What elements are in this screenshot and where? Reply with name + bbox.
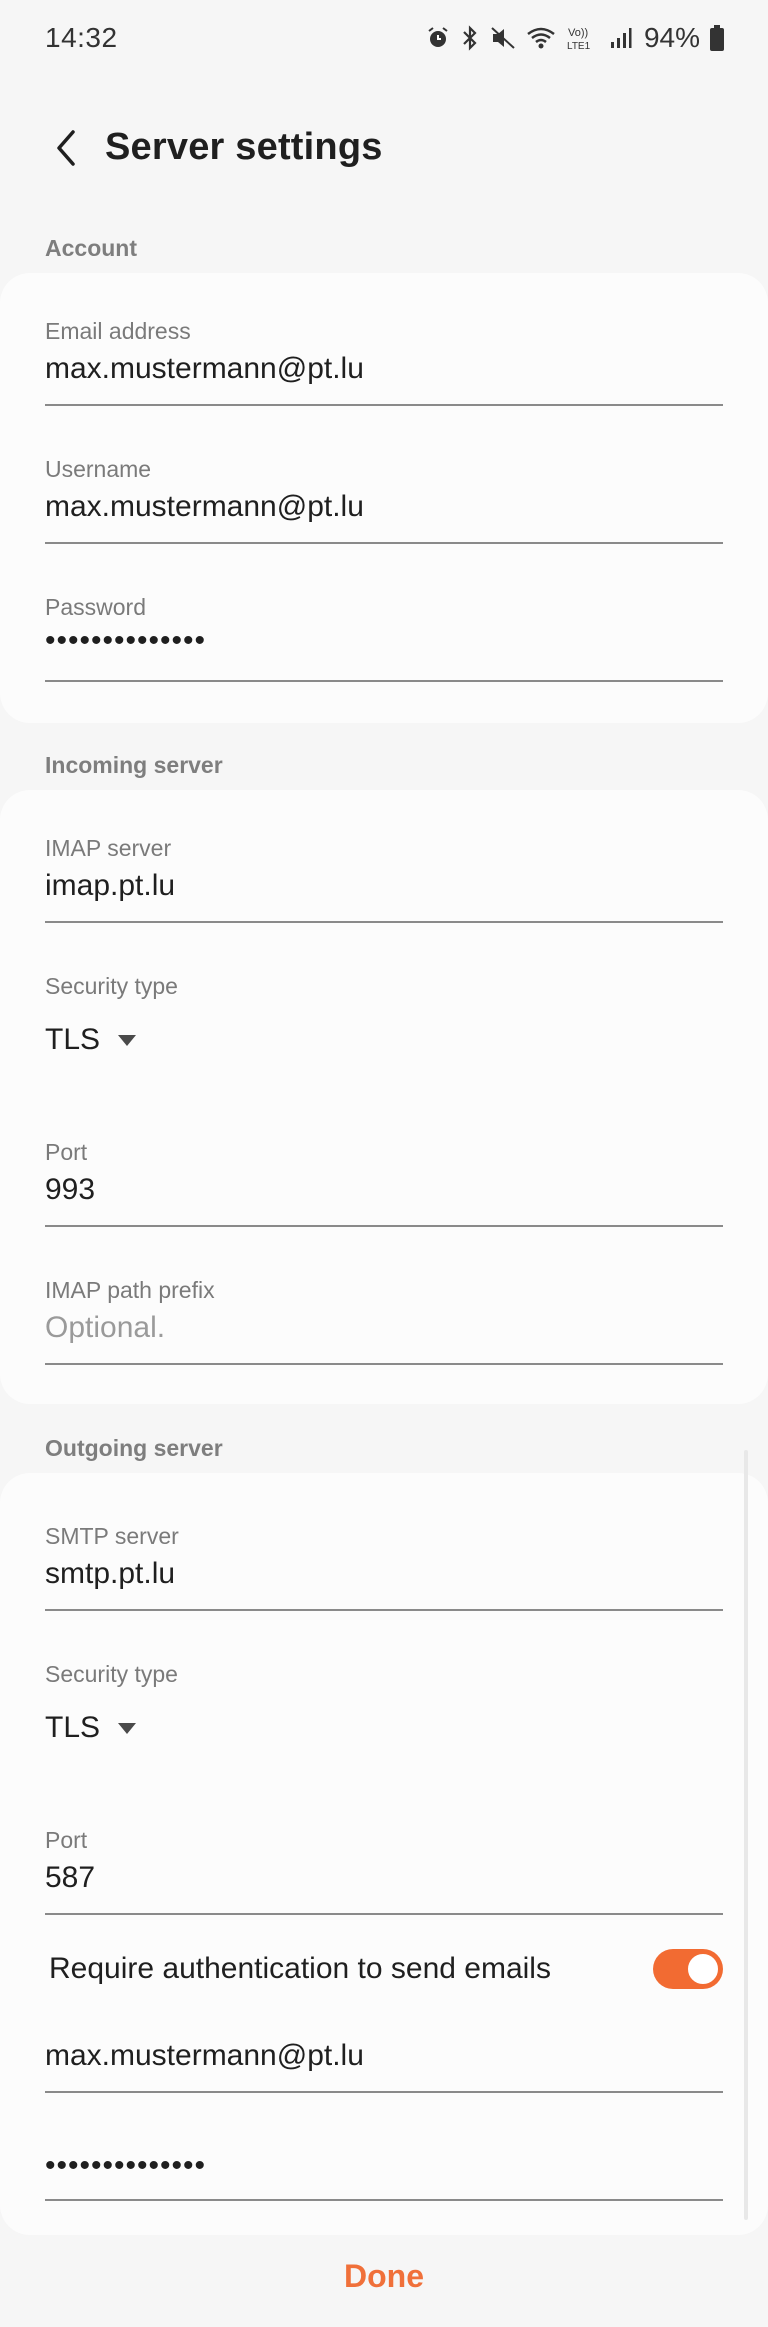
- imap-prefix-underline: [45, 1363, 723, 1365]
- email-underline: [45, 404, 723, 406]
- outgoing-port-value[interactable]: 587: [45, 1861, 95, 1895]
- svg-text:Vo)): Vo)): [568, 27, 588, 39]
- wifi-icon: [526, 26, 556, 50]
- auth-username-underline: [45, 2091, 723, 2093]
- page-title: Server settings: [105, 126, 383, 168]
- auth-toggle-label: Require authentication to send emails: [49, 1952, 551, 1985]
- done-button[interactable]: Done: [0, 2236, 768, 2316]
- auth-username-value[interactable]: max.mustermann@pt.lu: [45, 2039, 364, 2073]
- alarm-icon: [426, 26, 450, 50]
- outgoing-port-underline: [45, 1913, 723, 1915]
- incoming-port-underline: [45, 1225, 723, 1227]
- status-bar: 14:32 Vo)) LTE1 94%: [0, 0, 768, 76]
- password-underline: [45, 680, 723, 682]
- auth-password-value[interactable]: ••••••••••••••: [45, 2149, 206, 2183]
- outgoing-port-field[interactable]: Port 587: [45, 1827, 723, 1917]
- dropdown-caret-icon: [118, 1034, 137, 1046]
- username-label: Username: [45, 456, 152, 482]
- incoming-port-label: Port: [45, 1139, 88, 1165]
- imap-server-label: IMAP server: [45, 835, 172, 861]
- username-field[interactable]: Username max.mustermann@pt.lu: [45, 456, 723, 546]
- auth-toggle-row[interactable]: Require authentication to send emails: [45, 1939, 723, 1999]
- outgoing-security-field: Security type TLS: [45, 1661, 723, 1761]
- header: Server settings: [0, 110, 768, 190]
- incoming-port-value[interactable]: 993: [45, 1173, 95, 1207]
- incoming-security-value: TLS: [45, 1023, 101, 1056]
- incoming-card: IMAP server imap.pt.lu Security type TLS…: [0, 790, 768, 1404]
- chevron-left-icon: [53, 128, 79, 173]
- imap-prefix-label: IMAP path prefix: [45, 1277, 215, 1303]
- smtp-server-label: SMTP server: [45, 1523, 179, 1549]
- scrollbar[interactable]: [744, 1450, 748, 2220]
- battery-percent: 94%: [643, 22, 700, 53]
- status-time: 14:32: [45, 22, 118, 53]
- email-value[interactable]: max.mustermann@pt.lu: [45, 352, 364, 386]
- outgoing-security-value: TLS: [45, 1711, 101, 1744]
- signal-icon: [610, 27, 632, 49]
- smtp-server-value[interactable]: smtp.pt.lu: [45, 1557, 175, 1591]
- outgoing-card: SMTP server smtp.pt.lu Security type TLS…: [0, 1473, 768, 2235]
- imap-prefix-placeholder[interactable]: Optional.: [45, 1311, 165, 1345]
- dropdown-caret-icon: [118, 1722, 137, 1734]
- volte-icon: Vo)) LTE1: [566, 25, 600, 51]
- smtp-server-field[interactable]: SMTP server smtp.pt.lu: [45, 1523, 723, 1613]
- section-label-incoming: Incoming server: [45, 752, 223, 778]
- auth-toggle-switch[interactable]: [653, 1949, 723, 1989]
- outgoing-security-label: Security type: [45, 1661, 178, 1687]
- incoming-security-label: Security type: [45, 973, 178, 999]
- toggle-knob: [686, 1952, 720, 1986]
- imap-server-underline: [45, 921, 723, 923]
- bluetooth-icon: [460, 25, 480, 51]
- email-field[interactable]: Email address max.mustermann@pt.lu: [45, 318, 723, 408]
- auth-password-underline: [45, 2199, 723, 2201]
- outgoing-port-label: Port: [45, 1827, 88, 1853]
- section-label-account: Account: [45, 235, 137, 261]
- incoming-port-field[interactable]: Port 993: [45, 1139, 723, 1229]
- status-icons: Vo)) LTE1 94%: [426, 22, 724, 54]
- username-value[interactable]: max.mustermann@pt.lu: [45, 490, 364, 524]
- username-underline: [45, 542, 723, 544]
- smtp-server-underline: [45, 1609, 723, 1611]
- password-label: Password: [45, 594, 146, 620]
- back-button[interactable]: [36, 120, 96, 180]
- section-label-outgoing: Outgoing server: [45, 1435, 223, 1461]
- imap-server-value[interactable]: imap.pt.lu: [45, 869, 175, 903]
- account-card: Email address max.mustermann@pt.lu Usern…: [0, 273, 768, 723]
- imap-prefix-field[interactable]: IMAP path prefix Optional.: [45, 1277, 723, 1367]
- mute-icon: [490, 26, 516, 50]
- auth-username-field[interactable]: max.mustermann@pt.lu: [45, 2039, 723, 2109]
- outgoing-security-select[interactable]: TLS: [45, 1711, 137, 1745]
- incoming-security-select[interactable]: TLS: [45, 1023, 137, 1057]
- password-field[interactable]: Password ••••••••••••••: [45, 594, 723, 684]
- password-value[interactable]: ••••••••••••••: [45, 624, 206, 658]
- auth-password-field[interactable]: ••••••••••••••: [45, 2149, 723, 2219]
- email-label: Email address: [45, 318, 191, 344]
- svg-text:LTE1: LTE1: [567, 41, 591, 51]
- incoming-security-field: Security type TLS: [45, 973, 723, 1073]
- battery-icon: [710, 25, 724, 51]
- imap-server-field[interactable]: IMAP server imap.pt.lu: [45, 835, 723, 925]
